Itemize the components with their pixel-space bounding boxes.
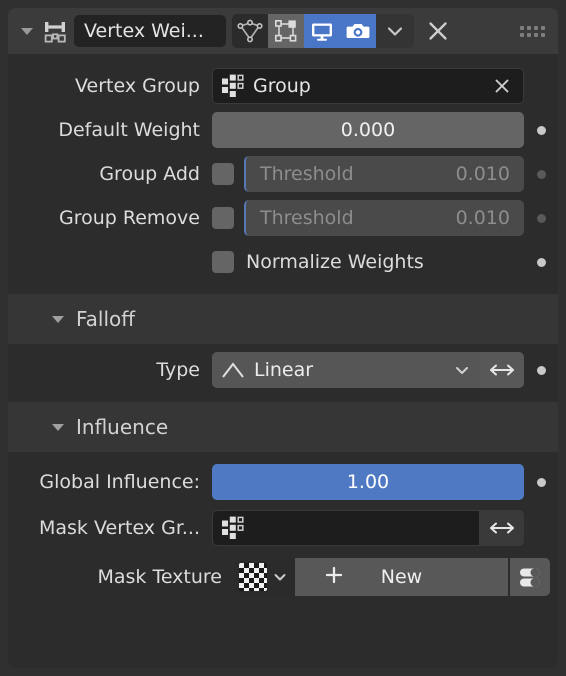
mask-texture-new-label: New [380, 566, 423, 588]
falloff-invert-button[interactable] [480, 352, 524, 388]
vertex-weight-edit-icon [38, 8, 72, 54]
normalize-weights-checkbox[interactable] [212, 251, 234, 273]
row-mask-texture: Mask Texture New [8, 552, 558, 602]
animate-dot-slot [524, 82, 558, 91]
animate-dot-slot [524, 169, 558, 179]
falloff-type-label: Type [156, 359, 200, 381]
animate-dot-slot[interactable] [524, 125, 558, 135]
animate-dot-slot [524, 213, 558, 223]
modifier-name-text: Vertex Wei... [84, 20, 204, 42]
animate-dot-slot [524, 524, 558, 533]
group-add-threshold-value: 0.010 [455, 163, 510, 185]
arrow-left-right-icon [490, 364, 514, 376]
close-x-icon [429, 22, 447, 40]
falloff-section-header[interactable]: Falloff [8, 294, 558, 344]
group-remove-threshold-field: Threshold 0.010 [244, 200, 524, 236]
arrow-left-right-icon [490, 522, 514, 534]
animate-dot-slot[interactable] [524, 257, 558, 267]
vertex-group-value: Group [253, 75, 311, 97]
pill-list-toggle-icon [520, 568, 540, 587]
group-remove-threshold-label: Threshold [260, 207, 354, 229]
row-normalize-weights: Normalize Weights [8, 240, 558, 284]
triangle-down-icon [52, 423, 64, 431]
mask-texture-browse-button[interactable] [234, 558, 295, 596]
modifier-panel: Vertex Wei... Vertex Group Group Default… [8, 8, 558, 668]
vertex-group-label: Vertex Group [75, 75, 200, 97]
animate-dot [536, 169, 546, 179]
animate-dot [537, 524, 546, 533]
row-global-influence: Global Influence: 1.00 [8, 460, 558, 504]
group-add-label: Group Add [99, 163, 200, 185]
row-falloff-type: Type Linear [8, 344, 558, 396]
mask-texture-new-button[interactable]: New [295, 558, 508, 596]
global-influence-value: 1.00 [346, 471, 390, 493]
group-vertex-icon [221, 516, 247, 540]
group-add-checkbox[interactable] [212, 163, 234, 185]
row-vertex-group: Vertex Group Group [8, 64, 558, 108]
row-mask-vertex-group: Mask Vertex Gr... [8, 504, 558, 552]
triangle-down-icon [52, 315, 64, 323]
animate-dot [536, 365, 546, 375]
modifier-header: Vertex Wei... [8, 8, 558, 54]
texture-checker-icon [239, 563, 267, 591]
modifier-body: Vertex Group Group Default Weight 0.000 … [8, 54, 558, 602]
default-weight-value: 0.000 [340, 119, 396, 141]
panel-expand-toggle[interactable] [16, 8, 38, 54]
animate-dot-slot[interactable] [524, 477, 558, 487]
drag-grip-icon [519, 25, 545, 37]
vertex-group-clear-button[interactable] [489, 76, 515, 96]
default-weight-label: Default Weight [58, 119, 200, 141]
default-weight-slider[interactable]: 0.000 [212, 112, 524, 148]
header-toggle-group [232, 14, 414, 48]
animate-dot [537, 82, 546, 91]
render-toggle[interactable] [340, 14, 376, 48]
linear-falloff-icon [220, 360, 246, 380]
global-influence-label: Global Influence: [39, 471, 200, 493]
triangle-down-icon [21, 27, 33, 35]
remove-modifier-button[interactable] [418, 8, 458, 54]
group-add-threshold-field: Threshold 0.010 [244, 156, 524, 192]
row-default-weight: Default Weight 0.000 [8, 108, 558, 152]
modifier-drag-handle[interactable] [512, 8, 552, 54]
extras-dropdown[interactable] [376, 14, 414, 48]
falloff-section-title: Falloff [76, 307, 136, 331]
chevron-down-icon [271, 568, 289, 586]
mask-vertex-group-invert-button[interactable] [480, 510, 524, 546]
animate-dot [536, 257, 546, 267]
animate-dot [536, 125, 546, 135]
global-influence-slider[interactable]: 1.00 [212, 464, 524, 500]
row-group-add: Group Add Threshold 0.010 [8, 152, 558, 196]
plus-icon [323, 564, 345, 591]
mask-texture-label: Mask Texture [97, 566, 222, 588]
realtime-toggle[interactable] [304, 14, 340, 48]
row-group-remove: Group Remove Threshold 0.010 [8, 196, 558, 240]
group-remove-threshold-value: 0.010 [455, 207, 510, 229]
mask-vertex-group-field[interactable] [212, 510, 480, 546]
vertex-group-field[interactable]: Group [212, 68, 524, 104]
animate-dot [536, 477, 546, 487]
group-vertex-icon [221, 74, 247, 98]
modifier-name-field[interactable]: Vertex Wei... [74, 15, 226, 47]
mask-texture-list-toggle[interactable] [510, 558, 550, 596]
edit-mode-toggle[interactable] [232, 14, 268, 48]
group-add-threshold-label: Threshold [260, 163, 354, 185]
on-cage-toggle[interactable] [268, 14, 304, 48]
falloff-type-dropdown[interactable]: Linear [212, 352, 480, 388]
chevron-down-icon [452, 360, 472, 380]
group-remove-checkbox[interactable] [212, 207, 234, 229]
close-x-icon [495, 79, 509, 93]
normalize-weights-label: Normalize Weights [246, 251, 424, 273]
animate-dot-slot[interactable] [524, 365, 558, 375]
animate-dot [536, 213, 546, 223]
influence-section-title: Influence [76, 415, 169, 439]
group-remove-label: Group Remove [59, 207, 200, 229]
influence-section-header[interactable]: Influence [8, 402, 558, 452]
mask-vertex-group-label: Mask Vertex Gr... [39, 517, 200, 539]
falloff-type-value: Linear [254, 359, 314, 381]
